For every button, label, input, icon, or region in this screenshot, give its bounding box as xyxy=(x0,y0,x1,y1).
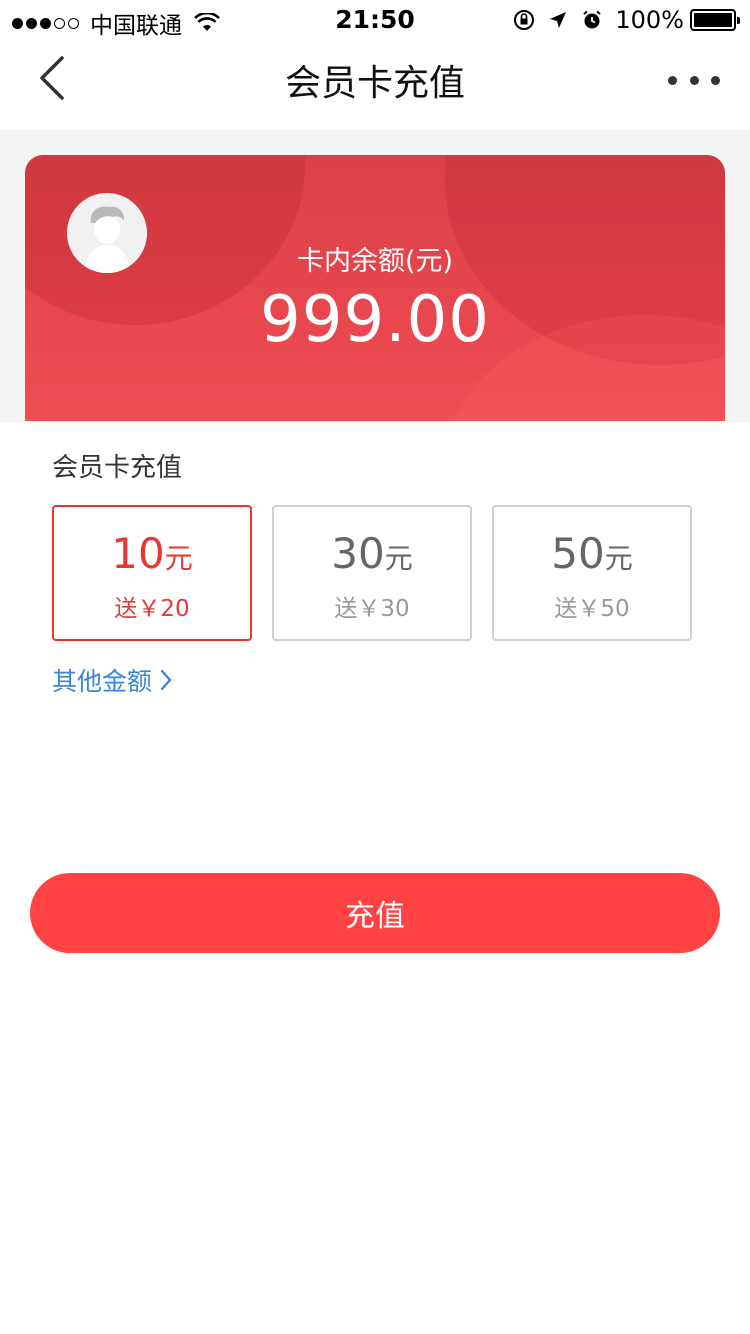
member-card: 卡内余额(元) 999.00 xyxy=(25,155,725,421)
recharge-option-30[interactable]: 30元 送￥30 xyxy=(272,505,472,641)
page-title: 会员卡充值 xyxy=(284,63,465,104)
option-amount-unit: 元 xyxy=(164,542,193,575)
battery-icon xyxy=(690,9,740,31)
other-amount-link[interactable]: 其他金额 xyxy=(52,662,174,698)
status-right: 100% xyxy=(501,6,740,34)
option-amount-number: 10 xyxy=(111,529,165,578)
option-amount-unit: 元 xyxy=(604,542,633,575)
option-amount-unit: 元 xyxy=(384,542,413,575)
location-arrow-icon xyxy=(550,12,567,28)
balance-label: 卡内余额(元) xyxy=(296,246,454,277)
option-amount: 50元 xyxy=(494,529,690,578)
recharge-options: 10元 送￥20 30元 送￥30 50元 送￥50 xyxy=(52,505,692,641)
balance-value: 999.00 xyxy=(260,283,490,357)
navigation-bar: 会员卡充值 xyxy=(0,40,750,130)
recharge-option-50[interactable]: 50元 送￥50 xyxy=(492,505,692,641)
option-bonus: 送￥50 xyxy=(554,596,630,622)
recharge-button[interactable]: 充值 xyxy=(30,873,720,953)
status-bar: 中国联通 21:50 100% xyxy=(0,0,750,40)
section-title: 会员卡充值 xyxy=(52,453,183,483)
screen: 中国联通 21:50 100% 会员卡充值 卡内余额(元) 999.00 会员卡… xyxy=(0,0,750,1334)
option-amount-number: 30 xyxy=(331,529,385,578)
orientation-lock-icon xyxy=(514,10,535,30)
recharge-option-10[interactable]: 10元 送￥20 xyxy=(52,505,252,641)
other-amount-label: 其他金额 xyxy=(52,667,153,696)
option-amount: 30元 xyxy=(274,529,470,578)
option-bonus: 送￥30 xyxy=(334,596,410,622)
chevron-right-icon xyxy=(160,669,172,691)
more-dot-icon xyxy=(689,75,699,85)
alarm-clock-icon xyxy=(583,10,602,29)
option-bonus: 送￥20 xyxy=(114,596,190,622)
battery-percentage: 100% xyxy=(615,6,684,34)
option-amount: 10元 xyxy=(54,529,250,578)
more-options-button[interactable] xyxy=(668,60,720,100)
option-amount-number: 50 xyxy=(551,529,605,578)
more-dot-icon xyxy=(668,75,677,85)
more-dot-icon xyxy=(711,75,720,85)
